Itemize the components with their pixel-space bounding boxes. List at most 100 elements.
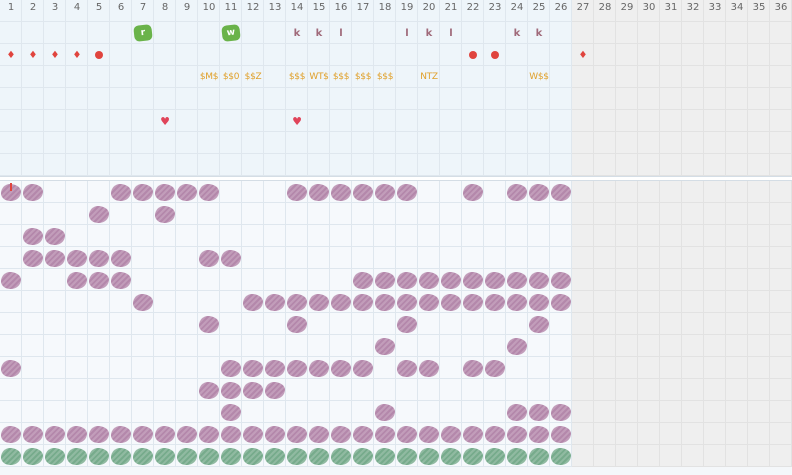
grid-cell[interactable] [418, 132, 440, 154]
grid-cell[interactable] [440, 66, 462, 88]
purple-block[interactable] [88, 269, 110, 291]
grid-cell[interactable] [22, 379, 44, 401]
grid-cell[interactable] [506, 203, 528, 225]
grid-cell[interactable] [528, 154, 550, 176]
grid-cell[interactable] [88, 66, 110, 88]
purple-block[interactable] [44, 225, 66, 247]
grid-cell[interactable] [44, 203, 66, 225]
grid-cell[interactable] [0, 225, 22, 247]
money-marker[interactable]: $$$ [374, 66, 396, 88]
grid-cell[interactable] [242, 401, 264, 423]
grid-cell[interactable] [176, 88, 198, 110]
grid-cell[interactable] [550, 66, 572, 88]
grid-cell[interactable] [22, 357, 44, 379]
grid-cell[interactable] [440, 44, 462, 66]
purple-block[interactable] [506, 401, 528, 423]
grid-cell[interactable] [484, 225, 506, 247]
grid-cell[interactable] [88, 291, 110, 313]
purple-block[interactable] [374, 401, 396, 423]
grid-cell[interactable] [330, 269, 352, 291]
grid-cell[interactable] [66, 181, 88, 203]
grid-cell[interactable] [44, 22, 66, 44]
grid-cell[interactable] [154, 225, 176, 247]
grid-cell[interactable] [220, 181, 242, 203]
purple-block[interactable] [0, 357, 22, 379]
green-block[interactable] [44, 445, 66, 467]
grid-cell[interactable] [484, 335, 506, 357]
purple-block[interactable] [220, 401, 242, 423]
purple-block[interactable] [286, 423, 308, 445]
grid-cell[interactable] [22, 401, 44, 423]
purple-block[interactable] [418, 291, 440, 313]
grid-cell[interactable] [110, 203, 132, 225]
grid-cell[interactable] [418, 313, 440, 335]
grid-cell[interactable] [0, 401, 22, 423]
grid-cell[interactable] [0, 313, 22, 335]
grid-cell[interactable] [374, 132, 396, 154]
grid-cell[interactable] [66, 110, 88, 132]
grid-cell[interactable] [286, 88, 308, 110]
grid-cell[interactable] [154, 66, 176, 88]
money-marker[interactable]: W$$ [528, 66, 550, 88]
purple-block[interactable] [462, 291, 484, 313]
grid-cell[interactable] [396, 132, 418, 154]
purple-block[interactable] [132, 291, 154, 313]
grid-cell[interactable] [198, 154, 220, 176]
purple-block[interactable] [88, 203, 110, 225]
money-marker[interactable]: $$$ [352, 66, 374, 88]
purple-block[interactable] [198, 313, 220, 335]
purple-block[interactable] [66, 247, 88, 269]
purple-block[interactable] [44, 247, 66, 269]
grid-cell[interactable] [352, 203, 374, 225]
green-block[interactable] [418, 445, 440, 467]
grid-cell[interactable] [176, 335, 198, 357]
grid-cell[interactable] [528, 132, 550, 154]
grid-cell[interactable] [66, 379, 88, 401]
grid-cell[interactable] [374, 88, 396, 110]
grid-cell[interactable] [374, 22, 396, 44]
grid-cell[interactable] [242, 247, 264, 269]
purple-block[interactable] [374, 291, 396, 313]
grid-cell[interactable] [352, 401, 374, 423]
grid-cell[interactable] [242, 313, 264, 335]
purple-block[interactable] [264, 291, 286, 313]
grid-cell[interactable] [418, 181, 440, 203]
purple-block[interactable] [110, 181, 132, 203]
purple-block[interactable] [220, 379, 242, 401]
grid-cell[interactable] [286, 247, 308, 269]
grid-cell[interactable] [110, 225, 132, 247]
grid-cell[interactable] [110, 66, 132, 88]
purple-block[interactable] [264, 379, 286, 401]
grid-cell[interactable] [220, 110, 242, 132]
grid-cell[interactable] [132, 88, 154, 110]
grid-cell[interactable] [396, 44, 418, 66]
grid-cell[interactable] [22, 313, 44, 335]
purple-block[interactable] [198, 379, 220, 401]
purple-block[interactable] [396, 181, 418, 203]
grid-cell[interactable] [132, 335, 154, 357]
grid-cell[interactable] [44, 335, 66, 357]
purple-block[interactable] [440, 423, 462, 445]
grid-cell[interactable] [22, 203, 44, 225]
grid-cell[interactable] [110, 291, 132, 313]
grid-cell[interactable] [550, 379, 572, 401]
letter-marker[interactable]: k [528, 22, 550, 44]
grid-cell[interactable] [418, 110, 440, 132]
grid-cell[interactable] [220, 269, 242, 291]
grid-cell[interactable] [132, 313, 154, 335]
grid-cell[interactable] [308, 44, 330, 66]
green-block[interactable] [176, 445, 198, 467]
grid-cell[interactable] [352, 110, 374, 132]
money-marker[interactable]: WT$ [308, 66, 330, 88]
grid-cell[interactable] [176, 110, 198, 132]
grid-cell[interactable] [286, 44, 308, 66]
grid-cell[interactable] [264, 154, 286, 176]
purple-block[interactable] [418, 357, 440, 379]
purple-block[interactable] [66, 423, 88, 445]
purple-block[interactable] [550, 401, 572, 423]
grid-cell[interactable] [0, 203, 22, 225]
grid-cell[interactable] [66, 22, 88, 44]
grid-cell[interactable] [198, 44, 220, 66]
grid-cell[interactable] [110, 132, 132, 154]
grid-cell[interactable] [44, 379, 66, 401]
